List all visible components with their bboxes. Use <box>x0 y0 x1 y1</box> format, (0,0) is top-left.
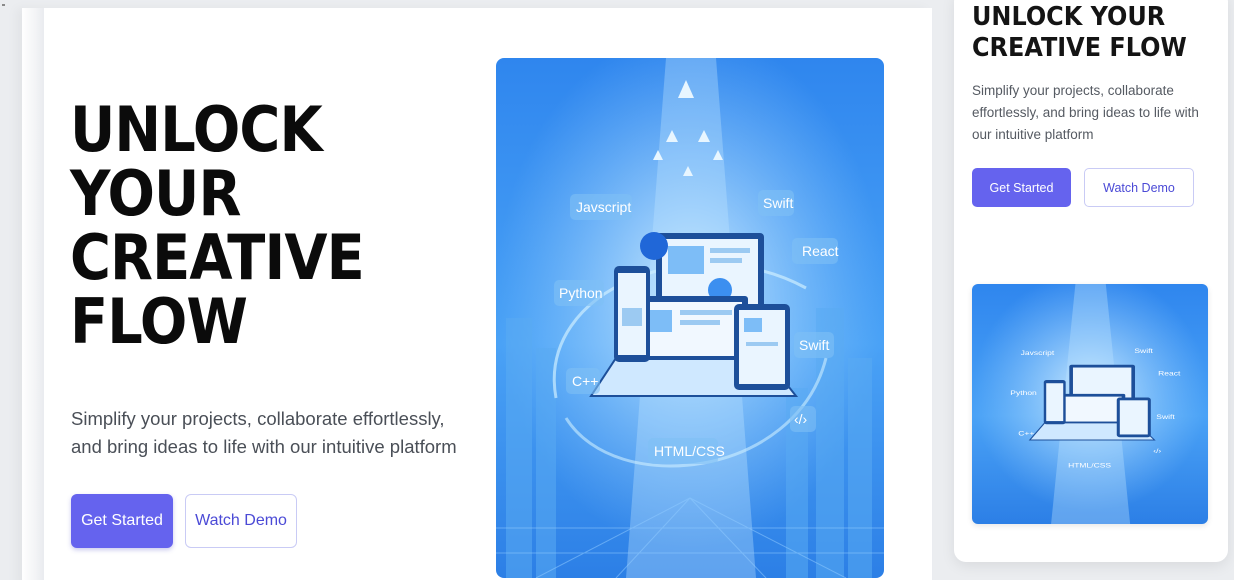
mobile-label-react: React <box>1158 369 1181 377</box>
mobile-label-python: Python <box>1010 389 1036 397</box>
label-cpp: C++ <box>572 373 598 389</box>
watch-demo-button[interactable]: Watch Demo <box>185 494 297 548</box>
mobile-watch-demo-button[interactable]: Watch Demo <box>1084 168 1194 207</box>
mobile-hero-subtitle: Simplify your projects, collaborate effo… <box>972 83 1199 142</box>
mobile-label-javascript: Javscript <box>1021 349 1056 357</box>
label-javascript: Javscript <box>576 199 631 215</box>
hero-title-line: CREATIVE <box>70 221 365 294</box>
mobile-hero-title: UNLOCK YOUR CREATIVE FLOW <box>972 2 1202 64</box>
get-started-button[interactable]: Get Started <box>71 494 173 548</box>
devices-illustration: Javscript Swift React Python Swift C++ ‹… <box>496 58 884 578</box>
label-html-css: HTML/CSS <box>654 443 725 459</box>
hero-illustration: Javscript Swift React Python Swift C++ ‹… <box>496 58 884 578</box>
mobile-hero-preview: UNLOCK YOUR CREATIVE FLOW Simplify your … <box>954 0 1228 562</box>
corner-artifact <box>2 4 5 6</box>
preview-left-edge <box>22 8 44 580</box>
hero-subtitle: Simplify your projects, collaborate effo… <box>71 408 457 457</box>
desktop-hero-preview: UNLOCK YOUR CREATIVE FLOW Simplify your … <box>22 8 932 580</box>
label-swift-top: Swift <box>763 195 793 211</box>
hero-title-line: YOUR <box>70 157 241 230</box>
label-python: Python <box>559 285 603 301</box>
label-react: React <box>802 243 839 259</box>
mobile-label-swift-mid: Swift <box>1156 413 1175 421</box>
hero-title-line: UNLOCK <box>70 93 323 166</box>
mobile-label-cpp: C++ <box>1018 429 1035 437</box>
mobile-label-swift-top: Swift <box>1134 347 1153 355</box>
mobile-devices-illustration: Javscript Swift React Python Swift C++ ‹… <box>972 284 1208 524</box>
hero-title-line: FLOW <box>70 285 248 358</box>
mobile-get-started-button[interactable]: Get Started <box>972 168 1071 207</box>
mobile-hero-illustration: Javscript Swift React Python Swift C++ ‹… <box>972 284 1208 524</box>
mobile-label-code-tag: ‹/› <box>1153 447 1162 455</box>
mobile-title-line: CREATIVE FLOW <box>972 33 1187 63</box>
label-swift-mid: Swift <box>799 337 829 353</box>
label-code-tag: ‹/› <box>794 411 808 427</box>
hero-title: UNLOCK YOUR CREATIVE FLOW <box>70 98 430 354</box>
mobile-label-html-css: HTML/CSS <box>1068 462 1111 470</box>
mobile-title-line: UNLOCK YOUR <box>972 2 1166 32</box>
